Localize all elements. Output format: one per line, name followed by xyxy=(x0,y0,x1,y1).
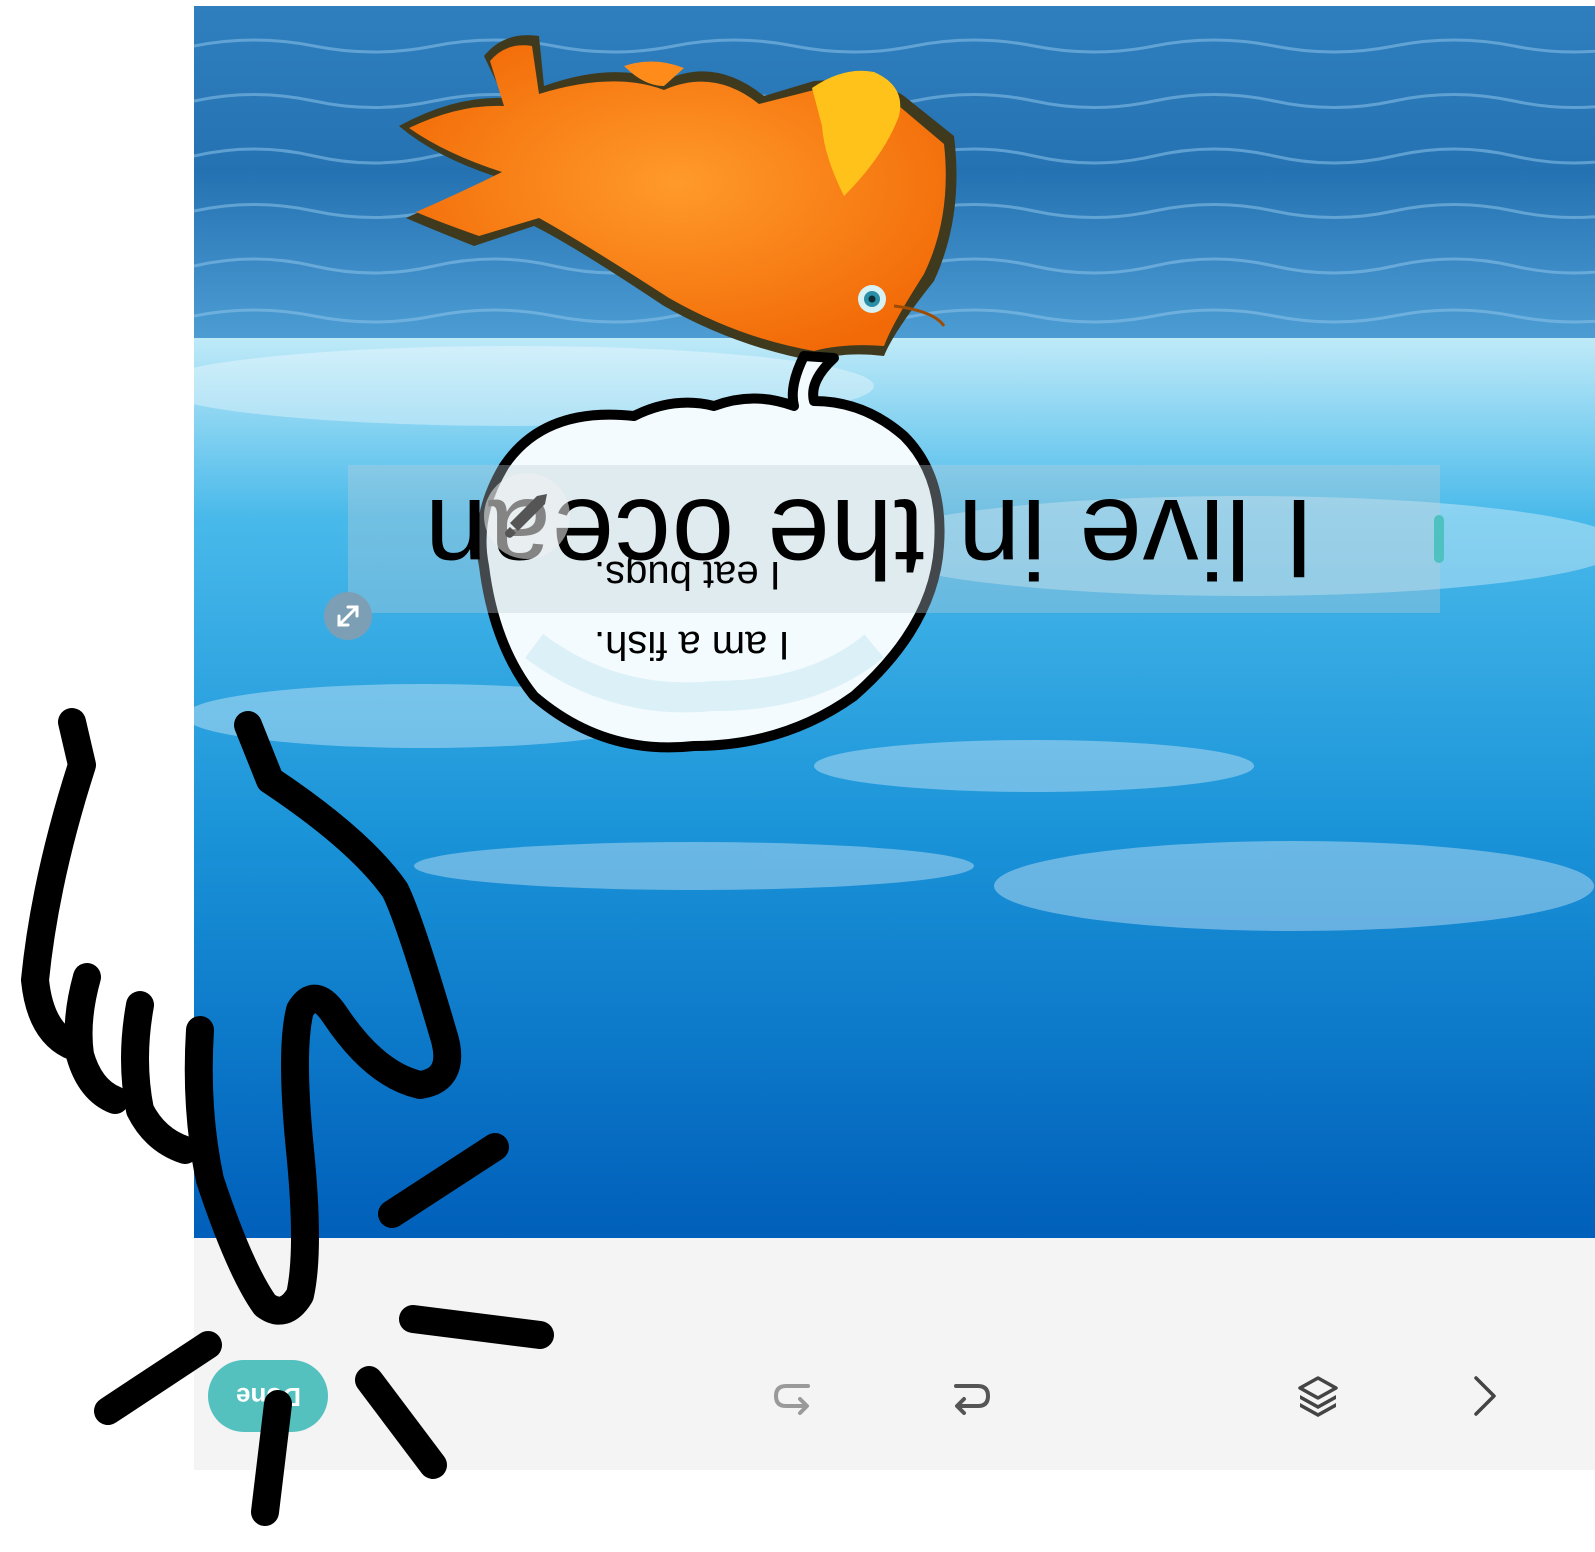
edit-text-handle[interactable] xyxy=(484,473,570,559)
bubble-text-line[interactable]: I am a fish. xyxy=(594,622,790,668)
text-width-handle[interactable] xyxy=(1434,515,1444,563)
resize-handle[interactable] xyxy=(324,592,372,640)
chevron-right-icon[interactable] xyxy=(1458,1370,1510,1422)
undo-icon[interactable] xyxy=(768,1370,820,1422)
done-button[interactable]: Done xyxy=(208,1360,328,1432)
done-button-label: Done xyxy=(235,1381,301,1412)
redo-icon[interactable] xyxy=(944,1370,996,1422)
bubble-text-line[interactable]: I eat bugs. xyxy=(594,552,781,598)
bottom-toolbar: Done xyxy=(194,1238,1595,1470)
editor-canvas[interactable]: I live in the ocean I eat bugs. I am a f… xyxy=(194,6,1595,1238)
scene-illustration xyxy=(194,6,1595,1238)
pencil-icon xyxy=(505,494,547,538)
resize-arrows-icon xyxy=(337,605,359,627)
layers-icon[interactable] xyxy=(1292,1370,1344,1422)
